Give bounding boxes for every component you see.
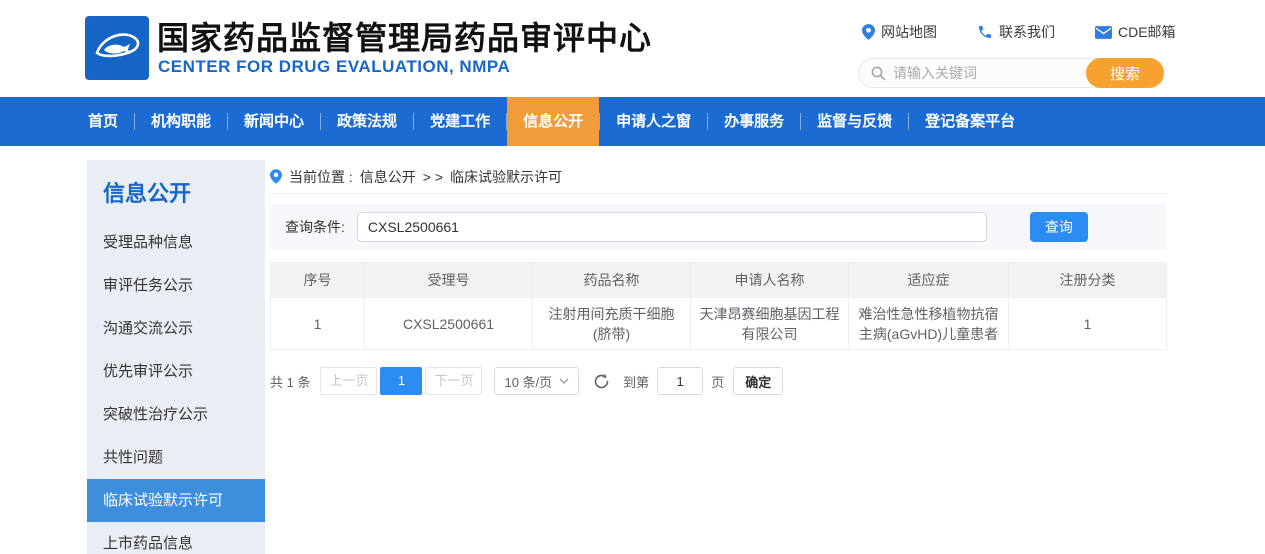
quicklink-cde-mail[interactable]: CDE邮箱: [1095, 22, 1176, 42]
table-header-row: 序号受理号药品名称申请人名称适应症注册分类: [271, 263, 1167, 298]
search-input[interactable]: [893, 65, 1086, 81]
column-header: 药品名称: [533, 263, 691, 298]
quicklink-label: CDE邮箱: [1118, 22, 1176, 42]
nav-item-home[interactable]: 首页: [72, 97, 134, 146]
quicklink-site-map[interactable]: 网站地图: [862, 22, 937, 42]
main-nav: 首页机构职能新闻中心政策法规党建工作信息公开申请人之窗办事服务监督与反馈登记备案…: [0, 97, 1265, 146]
sidebar: 信息公开 受理品种信息审评任务公示沟通交流公示优先审评公示突破性治疗公示共性问题…: [87, 160, 265, 554]
pagination-total: 共 1 条: [270, 372, 310, 391]
table-cell: 难治性急性移植物抗宿主病(aGvHD)儿童患者: [849, 298, 1009, 350]
query-bar: 查询条件: 查询: [270, 204, 1166, 250]
sidebar-item-common-issues[interactable]: 共性问题: [87, 436, 265, 479]
cde-logo: [85, 16, 149, 80]
table-cell: CXSL2500661: [365, 298, 533, 350]
goto-page-input[interactable]: [657, 367, 703, 395]
quicklink-contact-us[interactable]: 联系我们: [977, 22, 1055, 42]
nav-item-organization[interactable]: 机构职能: [135, 97, 227, 146]
location-pin-icon: [270, 169, 282, 184]
nav-item-applicant-window[interactable]: 申请人之窗: [600, 97, 707, 146]
search-icon: [871, 66, 886, 81]
quicklink-label: 联系我们: [999, 22, 1055, 42]
breadcrumb-separator: > >: [423, 169, 443, 185]
nav-item-policies[interactable]: 政策法规: [321, 97, 413, 146]
column-header: 申请人名称: [691, 263, 849, 298]
column-header: 适应症: [849, 263, 1009, 298]
sidebar-item-accepted-variety-info[interactable]: 受理品种信息: [87, 221, 265, 264]
query-label: 查询条件:: [285, 217, 345, 237]
query-button[interactable]: 查询: [1030, 212, 1088, 242]
sidebar-item-clinical-trial-implied-license[interactable]: 临床试验默示许可: [87, 479, 265, 522]
goto-page-unit: 页: [711, 372, 724, 391]
site-title: 国家药品监督管理局药品审评中心: [157, 13, 652, 59]
breadcrumb: 当前位置 : 信息公开 > > 临床试验默示许可: [270, 160, 1166, 194]
query-input[interactable]: [357, 212, 987, 242]
phone-icon: [977, 24, 993, 40]
sidebar-title: 信息公开: [87, 160, 265, 221]
page-size-value: 10 条/页: [504, 372, 552, 391]
envelope-icon: [1095, 26, 1112, 39]
column-header: 序号: [271, 263, 365, 298]
search-button[interactable]: 搜索: [1086, 58, 1164, 88]
sidebar-item-breakthrough-therapy-publicity[interactable]: 突破性治疗公示: [87, 393, 265, 436]
nav-item-info-disclosure[interactable]: 信息公开: [507, 97, 599, 146]
site-subtitle: CENTER FOR DRUG EVALUATION, NMPA: [158, 57, 510, 77]
quicklink-label: 网站地图: [881, 22, 937, 42]
confirm-button[interactable]: 确定: [733, 367, 783, 395]
results-table: 序号受理号药品名称申请人名称适应症注册分类1CXSL2500661注射用间充质干…: [270, 262, 1167, 350]
nav-item-supervision-feedback[interactable]: 监督与反馈: [801, 97, 908, 146]
main-content: 当前位置 : 信息公开 > > 临床试验默示许可 查询条件: 查询 序号受理号药…: [270, 160, 1166, 395]
table-cell: 注射用间充质干细胞(脐带): [533, 298, 691, 350]
goto-page-label: 到第: [623, 372, 649, 391]
nav-item-services[interactable]: 办事服务: [708, 97, 800, 146]
prev-page-button[interactable]: 上一页: [320, 367, 377, 395]
sidebar-items: 受理品种信息审评任务公示沟通交流公示优先审评公示突破性治疗公示共性问题临床试验默…: [87, 221, 265, 554]
location-pin-icon: [862, 24, 875, 40]
table-cell: 1: [1009, 298, 1167, 350]
page: 国家药品监督管理局药品审评中心 CENTER FOR DRUG EVALUATI…: [0, 0, 1265, 554]
pagination: 共 1 条 上一页 1 下一页 10 条/页 到第 页 确定: [270, 367, 1166, 395]
refresh-icon[interactable]: [593, 373, 610, 390]
breadcrumb-section[interactable]: 信息公开: [360, 167, 416, 187]
sidebar-item-marketed-drug-info[interactable]: 上市药品信息: [87, 522, 265, 554]
logo-swoosh-icon: [93, 27, 141, 69]
sidebar-item-review-task-publicity[interactable]: 审评任务公示: [87, 264, 265, 307]
breadcrumb-prefix: 当前位置 :: [289, 167, 353, 187]
table-row: 1CXSL2500661注射用间充质干细胞(脐带)天津昂赛细胞基因工程有限公司难…: [271, 298, 1167, 350]
sidebar-item-communication-publicity[interactable]: 沟通交流公示: [87, 307, 265, 350]
site-header: 国家药品监督管理局药品审评中心 CENTER FOR DRUG EVALUATI…: [0, 0, 1265, 97]
next-page-button[interactable]: 下一页: [425, 367, 482, 395]
header-search-bar: 搜索: [858, 58, 1164, 88]
table-cell: 天津昂赛细胞基因工程有限公司: [691, 298, 849, 350]
header-quick-links: 网站地图 联系我们 CDE邮箱: [862, 22, 1176, 42]
nav-item-party-building[interactable]: 党建工作: [414, 97, 506, 146]
breadcrumb-current[interactable]: 临床试验默示许可: [450, 167, 562, 187]
page-number-button[interactable]: 1: [380, 367, 422, 395]
nav-item-news[interactable]: 新闻中心: [228, 97, 320, 146]
table-cell: 1: [271, 298, 365, 350]
page-size-select[interactable]: 10 条/页: [494, 367, 579, 395]
column-header: 注册分类: [1009, 263, 1167, 298]
sidebar-item-priority-review-publicity[interactable]: 优先审评公示: [87, 350, 265, 393]
column-header: 受理号: [365, 263, 533, 298]
chevron-down-icon: [559, 378, 569, 384]
nav-item-registration-platform[interactable]: 登记备案平台: [909, 97, 1031, 146]
